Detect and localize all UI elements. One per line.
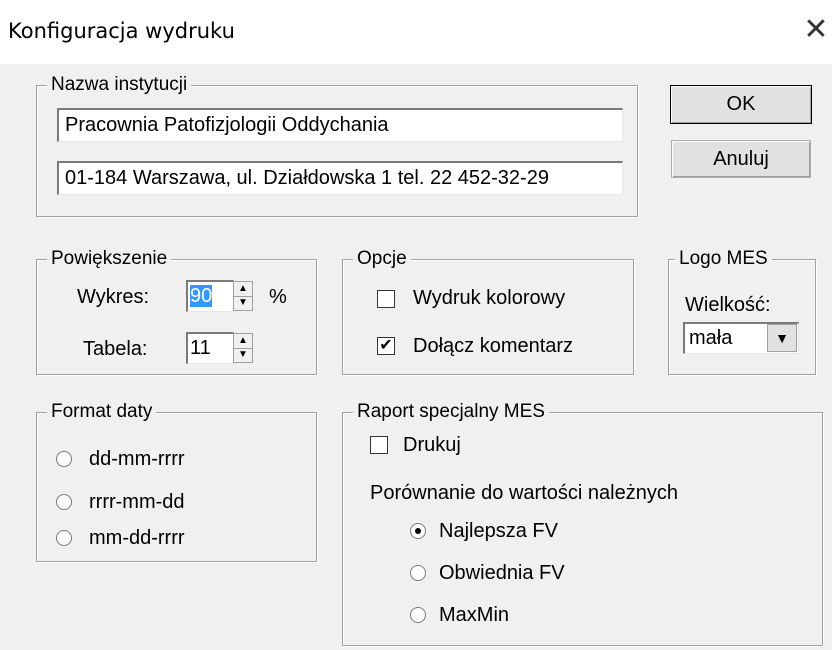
logo-size-label: Wielkość: bbox=[685, 294, 771, 316]
checkmark-icon: ✔ bbox=[379, 337, 393, 354]
table-zoom-label: Tabela: bbox=[83, 338, 148, 360]
attach-comment-label[interactable]: Dołącz komentarz bbox=[413, 334, 573, 358]
date-format-radio-2[interactable] bbox=[56, 494, 72, 510]
report-print-checkbox[interactable] bbox=[370, 436, 388, 454]
window-title: Konfiguracja wydruku bbox=[8, 19, 235, 43]
report-group: Raport specjalny MES Drukuj Porównanie d… bbox=[342, 400, 823, 646]
chart-zoom-value: 90 bbox=[190, 285, 213, 307]
institution-line1-input[interactable]: Pracownia Patofizjologii Oddychania bbox=[57, 108, 623, 142]
report-option-2[interactable]: Obwiednia FV bbox=[439, 561, 565, 585]
chevron-down-icon[interactable]: ▼ bbox=[767, 324, 797, 352]
table-zoom-spinner[interactable]: ▲ ▼ bbox=[233, 333, 253, 363]
chart-zoom-input[interactable]: 90 bbox=[186, 280, 234, 312]
chart-zoom-spinner[interactable]: ▲ ▼ bbox=[233, 281, 253, 311]
report-compare-label: Porównanie do wartości należnych bbox=[370, 482, 678, 504]
date-format-legend: Format daty bbox=[47, 400, 157, 424]
spin-up-icon[interactable]: ▲ bbox=[234, 334, 252, 349]
spin-up-icon[interactable]: ▲ bbox=[234, 282, 252, 297]
ok-button-label: OK bbox=[726, 93, 756, 115]
color-print-checkbox[interactable] bbox=[377, 290, 395, 308]
date-format-option-1[interactable]: dd-mm-rrrr bbox=[89, 447, 185, 471]
options-group: Opcje Wydruk kolorowy ✔ Dołącz komentarz bbox=[342, 247, 634, 375]
table-zoom-input[interactable]: 11 bbox=[186, 332, 234, 364]
report-radio-3[interactable] bbox=[410, 607, 426, 623]
spin-down-icon[interactable]: ▼ bbox=[234, 296, 252, 310]
report-radio-2[interactable] bbox=[410, 565, 426, 581]
logo-size-value: mała bbox=[689, 327, 733, 349]
ok-button[interactable]: OK bbox=[670, 85, 812, 124]
color-print-label[interactable]: Wydruk kolorowy bbox=[413, 286, 565, 310]
logo-group: Logo MES Wielkość: mała ▼ bbox=[668, 247, 816, 375]
dialog-client: Nazwa instytucji Pracownia Patofizjologi… bbox=[0, 64, 832, 650]
date-format-option-3[interactable]: mm-dd-rrrr bbox=[89, 526, 185, 550]
institution-line2-input[interactable]: 01-184 Warszawa, ul. Działdowska 1 tel. … bbox=[57, 161, 623, 195]
chart-zoom-label: Wykres: bbox=[77, 286, 150, 308]
date-format-radio-3[interactable] bbox=[56, 530, 72, 546]
cancel-button-label: Anuluj bbox=[713, 148, 769, 170]
report-option-1[interactable]: Najlepsza FV bbox=[439, 519, 558, 543]
zoom-legend: Powiększenie bbox=[47, 247, 172, 271]
report-print-label[interactable]: Drukuj bbox=[403, 433, 461, 457]
close-icon[interactable]: ✕ bbox=[800, 14, 832, 46]
date-format-option-2[interactable]: rrrr-mm-dd bbox=[89, 490, 185, 514]
cancel-button[interactable]: Anuluj bbox=[671, 140, 811, 178]
zoom-group: Powiększenie Wykres: 90 ▲ ▼ % Tabela: 11… bbox=[36, 247, 317, 375]
report-legend: Raport specjalny MES bbox=[353, 400, 549, 424]
institution-group: Nazwa instytucji Pracownia Patofizjologi… bbox=[36, 73, 638, 217]
institution-legend: Nazwa instytucji bbox=[47, 73, 192, 97]
logo-legend: Logo MES bbox=[675, 247, 772, 271]
attach-comment-checkbox[interactable]: ✔ bbox=[377, 337, 395, 355]
report-radio-1[interactable] bbox=[410, 523, 426, 539]
date-format-group: Format daty dd-mm-rrrr rrrr-mm-dd mm-dd-… bbox=[36, 400, 317, 562]
options-legend: Opcje bbox=[353, 247, 411, 271]
spin-down-icon[interactable]: ▼ bbox=[234, 348, 252, 362]
chart-zoom-unit: % bbox=[269, 286, 287, 308]
date-format-radio-1[interactable] bbox=[56, 451, 72, 467]
report-option-3[interactable]: MaxMin bbox=[439, 603, 509, 627]
title-bar: Konfiguracja wydruku ✕ bbox=[0, 0, 832, 64]
table-zoom-value: 11 bbox=[190, 337, 211, 359]
